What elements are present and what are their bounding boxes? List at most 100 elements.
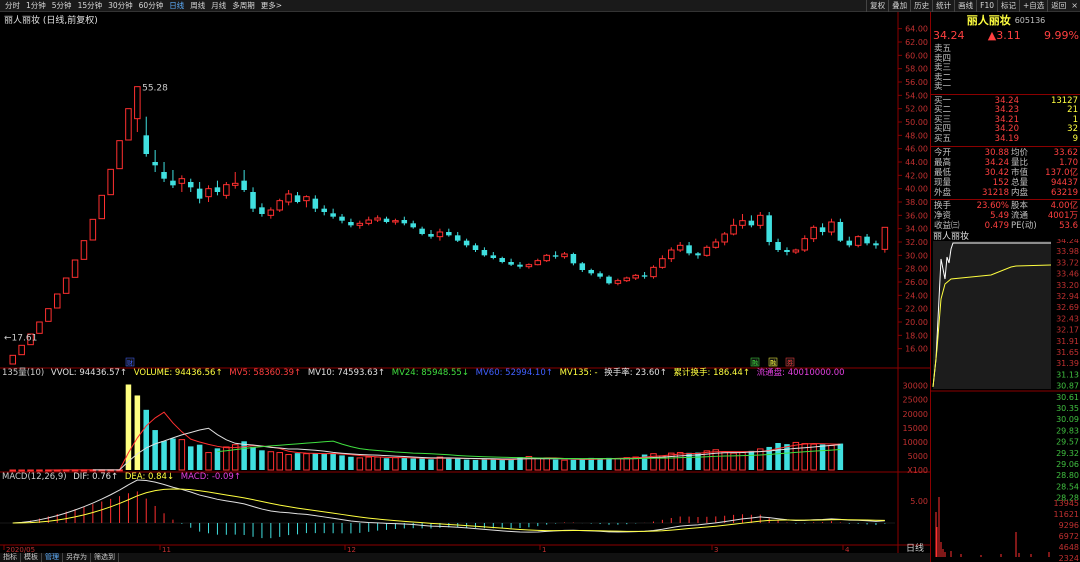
intraday-volume-label: 6972: [1059, 532, 1079, 541]
candle-body: [873, 243, 879, 246]
volume-bar: [828, 445, 835, 471]
volume-bar: [490, 459, 497, 470]
bottom-tab[interactable]: 指标: [0, 553, 21, 562]
buy-level: 买二 34.23 21: [931, 106, 1080, 115]
candle-body: [143, 135, 150, 154]
buy-level-volume: 21: [1067, 105, 1078, 115]
close-icon[interactable]: ×: [1069, 0, 1080, 12]
volume-bar: [134, 395, 141, 470]
candle-body: [623, 277, 631, 282]
intraday-chart[interactable]: 34.24 33.98 33.72 33.46 33.20 32.94 32.69 32.43…: [931, 239, 1080, 562]
volume-bar: [241, 441, 247, 470]
toolbar-button[interactable]: 返回: [1047, 0, 1069, 12]
sell-level-label: 卖五: [934, 44, 952, 54]
volume-bar: [499, 459, 505, 470]
candle-body: [71, 259, 79, 278]
period-tabs: 分时 1分钟 5分钟 15分钟 30分钟 60分钟 日线 周线 月线 多周期 更多>: [2, 0, 285, 12]
toolbar-button[interactable]: 叠加: [888, 0, 910, 12]
volume-bar: [250, 446, 256, 470]
period-tab[interactable]: 30分钟: [105, 0, 136, 12]
toolbar-button[interactable]: 统计: [932, 0, 954, 12]
stat-value: 4001万: [1047, 211, 1078, 221]
candle-body: [597, 273, 603, 277]
candle-body: [62, 277, 70, 294]
buy-level-volume: 9: [1072, 133, 1078, 144]
candle-body: [570, 254, 577, 264]
stat-label: 内盘: [1011, 188, 1029, 198]
period-tab[interactable]: 5分钟: [49, 0, 75, 12]
toolbar-button[interactable]: 复权: [866, 0, 888, 12]
candle-body: [757, 214, 764, 226]
stat-value: 94437: [1050, 178, 1078, 188]
volume-bar: [152, 430, 158, 470]
volume-bar: [748, 450, 755, 470]
candle-body: [436, 231, 444, 238]
volume-bar: [410, 458, 416, 470]
candle-body: [250, 192, 256, 209]
period-tab[interactable]: 日线: [166, 0, 187, 12]
price-axis-label: 24.00: [905, 291, 928, 300]
candle-body: [650, 266, 657, 278]
sell-level-label: 卖三: [934, 63, 952, 73]
bottom-tab[interactable]: 另存为: [63, 553, 91, 562]
intraday-price-label: 33.72: [1056, 258, 1079, 267]
toolbar-button[interactable]: 标记: [997, 0, 1019, 12]
price-axis-label: 54.00: [905, 91, 928, 100]
price-axis-label: 42.00: [905, 171, 928, 180]
volume-bar: [436, 456, 444, 471]
volume-indicator-name[interactable]: 135量(10): [2, 368, 44, 378]
candle-body: [98, 194, 106, 220]
toolbar-button[interactable]: 画线: [954, 0, 976, 12]
candle-body: [223, 184, 230, 196]
volume-bar: [472, 459, 479, 470]
volume-axis-label: 15000: [903, 424, 928, 433]
period-tab[interactable]: 更多>: [258, 0, 285, 12]
volume-bar: [454, 458, 461, 470]
price-axis-label: 32.00: [905, 238, 928, 247]
period-tab[interactable]: 15分钟: [75, 0, 106, 12]
candle-body: [161, 172, 167, 179]
stat-label: 量比: [1011, 158, 1029, 168]
volume-bar: [623, 457, 631, 471]
candle-body: [285, 193, 292, 203]
toolbar-button[interactable]: 历史: [910, 0, 932, 12]
candle-body: [481, 250, 488, 256]
buy-level-price: 34.19: [994, 133, 1019, 144]
intraday-price-label: 32.17: [1056, 326, 1079, 335]
volume-bar: [792, 441, 800, 471]
candle-body: [241, 180, 247, 190]
bottom-tab[interactable]: 模板: [21, 553, 42, 562]
stock-name: 丽人丽妆: [966, 14, 1011, 27]
quote-panel: 丽人丽妆 605136 34.24 ▲3.11 9.99% 卖五 卖四 卖三 卖二 卖一…: [930, 12, 1080, 562]
bottom-tab[interactable]: 筛选到: [91, 553, 119, 562]
volume-bar: [348, 456, 354, 470]
stock-code: 605136: [1014, 15, 1046, 25]
candle-body: [259, 207, 265, 214]
volume-bar: [294, 453, 301, 470]
period-tab[interactable]: 月线: [208, 0, 229, 12]
macd-indicator-name[interactable]: MACD(12,26,9): [2, 472, 67, 482]
candle-body: [606, 276, 612, 284]
intraday-price-label: 30.87: [1056, 382, 1079, 391]
period-tab[interactable]: 1分钟: [23, 0, 49, 12]
intraday-volume-label: 11621: [1054, 510, 1079, 519]
stat-value: 30.88: [984, 148, 1009, 158]
sell-level: 卖四: [931, 54, 1080, 64]
stat-label: 均价: [1011, 148, 1029, 158]
period-tab[interactable]: 60分钟: [136, 0, 167, 12]
bottom-tab[interactable]: 管理: [42, 553, 63, 562]
period-tab[interactable]: 多周期: [229, 0, 258, 12]
period-tab[interactable]: 周线: [187, 0, 208, 12]
toolbar-button[interactable]: F10: [976, 0, 997, 12]
volume-bar: [259, 450, 265, 470]
candle-body: [739, 220, 746, 226]
stat-label: 市值: [1011, 168, 1029, 178]
intraday-price-label: 30.61: [1056, 393, 1079, 402]
volume-bar: [784, 444, 790, 470]
toolbar-button[interactable]: +自选: [1019, 0, 1047, 12]
price-change: ▲3.11: [987, 29, 1021, 42]
candle-body: [641, 275, 648, 277]
candle-body: [410, 223, 416, 228]
period-tab[interactable]: 分时: [2, 0, 23, 12]
volume-bar: [196, 444, 203, 470]
